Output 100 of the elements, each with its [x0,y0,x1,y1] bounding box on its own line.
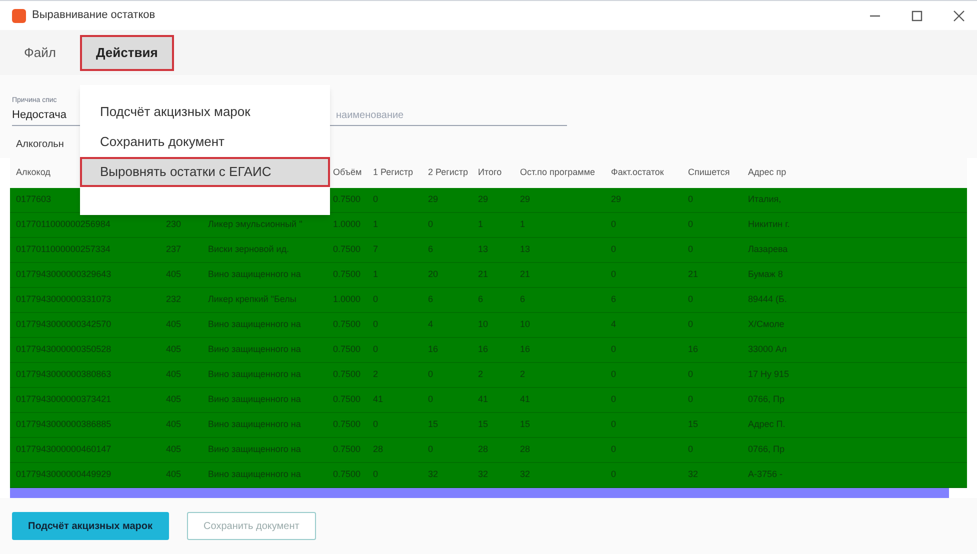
table-cell: 405 [166,469,182,480]
table-cell: 32 [520,469,530,480]
table-cell: 28 [373,444,384,454]
table-cell: 0 [611,394,616,404]
column-header[interactable]: 2 Регистр [422,166,472,180]
table-cell: 6 [428,294,434,304]
table-cell: 1.0000 [333,219,361,230]
menu-item[interactable]: Действия [80,34,174,70]
dropdown-item[interactable]: Выровнять остатки с ЕГАИС [80,157,330,187]
table-cell: 0 [611,419,616,430]
app-logo-icon [12,8,26,22]
action-button[interactable]: Подсчёт акцизных марок [12,512,169,540]
table-cell: 1 [373,269,378,280]
table-cell: 0.7500 [333,194,361,204]
table-cell: 16 [428,344,438,354]
table-cell: 13 [478,244,488,254]
section-label: Алкогольн [16,138,64,152]
table-cell: 0 [688,394,694,404]
table-cell: Ликер эмульсионный " [208,219,302,230]
table-cell: 0 [428,444,434,454]
table-cell: 0 [373,294,378,304]
table-cell: 0 [688,319,694,330]
table-cell: Вино защищенного на [208,394,301,404]
table-cell: Вино защищенного на [208,419,301,430]
table-cell: 0 [428,369,434,380]
table-cell: 10 [520,319,530,330]
table-cell: 4 [611,319,616,330]
table-cell: 0 [688,444,694,454]
maximize-icon[interactable] [911,10,923,22]
window-title: Выравнивание остатков [32,8,156,24]
table-cell: 15 [428,419,438,430]
table-cell: 0.7500 [333,369,361,380]
table-cell: 0177943000000449929 [16,469,112,480]
table-cell: 405 [166,444,182,454]
table-cell: 232 [166,294,182,304]
column-header[interactable]: 1 Регистр [367,166,422,180]
table-cell: 2 [478,369,484,380]
column-header[interactable]: Объём [327,166,367,180]
table-cell: 0 [611,269,616,280]
table-cell: 0 [611,469,616,480]
table-cell: 16 [478,344,488,354]
table-cell: Вино защищенного на [208,444,301,454]
column-header[interactable]: Спишется [682,166,742,180]
table-cell: Вино защищенного на [208,344,301,354]
table-cell: Вино защищенного на [208,269,301,280]
table-cell: 29 [520,194,530,204]
table-cell: 20 [428,269,438,280]
dropdown-item[interactable]: Сохранить документ [80,127,330,157]
table-cell: 0.7500 [333,394,361,404]
table-cell: 6 [428,244,434,254]
table-cell: 7 [373,244,378,254]
table-cell: 237 [166,244,182,254]
table-cell: 0 [611,444,616,454]
table-cell: 15 [688,419,698,430]
table-cell: А-3756 - [748,469,783,480]
table-cell: 4 [428,319,434,330]
table-cell: 1.0000 [333,294,361,304]
table-cell: 0 [688,369,694,380]
table-cell: 0766, Пр [748,444,784,454]
table-cell: Бумаж 8 [748,269,783,280]
table-cell: 0177943000000331073 [16,294,112,304]
close-icon[interactable] [953,10,965,22]
column-header[interactable]: Факт.остаток [605,166,682,180]
table-cell: 32 [688,469,698,480]
table-cell: Лазарева [748,244,788,254]
table-cell: 29 [428,194,438,204]
table-cell: 21 [520,269,530,280]
table-cell: 29 [611,194,622,204]
table-cell: 21 [478,269,488,280]
table-cell: 0 [611,244,616,254]
table-cell: 15 [520,419,530,430]
table-cell: 405 [166,419,182,430]
table-cell: 0 [688,294,694,304]
table-cell: 6 [611,294,616,304]
table-cell: 41 [520,394,530,404]
table-cell: 0177603 [16,194,52,204]
table-cell: 0177943000000373421 [16,394,112,404]
table-cell: Италия, [748,194,782,204]
table-cell: Х/Смоле [748,319,784,330]
column-header[interactable]: Адрес пр [742,166,804,180]
table-cell: 0177943000000460147 [16,444,112,454]
table-cell: 405 [166,394,182,404]
table-cell: 0 [373,194,378,204]
table-cell: 15 [478,419,488,430]
table-cell: 0 [611,219,616,230]
table-cell: 0177943000000386885 [16,419,112,430]
table-cell: 0.7500 [333,319,361,330]
table-cell: 1 [373,219,378,230]
table-cell: 21 [688,269,698,280]
column-header[interactable]: Итого [472,166,514,180]
table-cell: 41 [478,394,488,404]
table-cell: Ликер крепкий "Белы [208,294,296,304]
table-cell: 32 [478,469,488,480]
table-cell: 0 [373,469,378,480]
table-cell: 0177943000000380863 [16,369,112,380]
menu-item[interactable]: Файл [8,34,72,70]
table-cell: 16 [688,344,698,354]
table-cell: 29 [478,194,488,204]
column-header[interactable]: Ост.по программе [514,166,605,180]
table-cell: 0177943000000350528 [16,344,112,354]
